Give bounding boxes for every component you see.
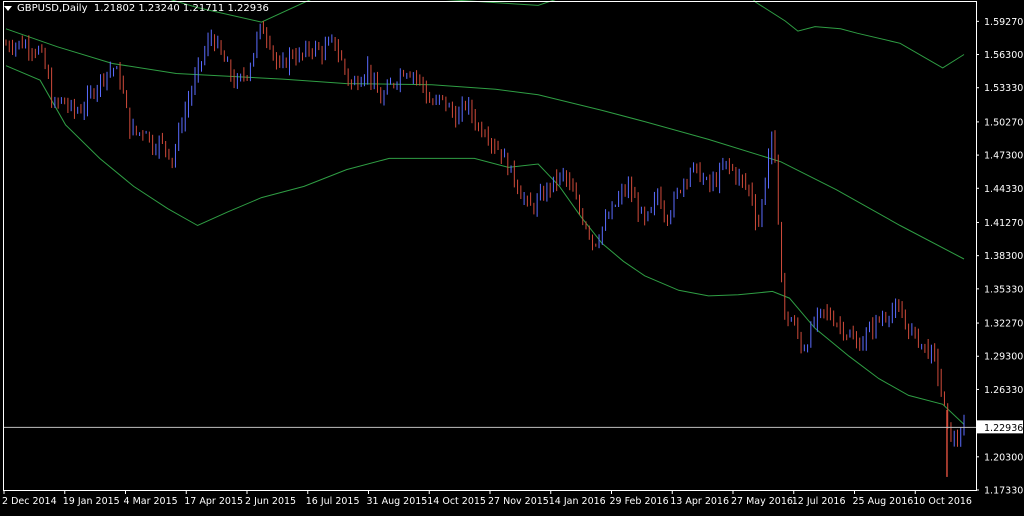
x-tick-label: 12 Jul 2016 [792, 496, 846, 507]
y-tick-label: 1.35330 [984, 284, 1023, 295]
x-tick-label: 16 Jul 2015 [306, 496, 360, 507]
x-tick-label: 27 May 2016 [731, 496, 793, 507]
x-tick-label: 14 Jan 2016 [549, 496, 606, 507]
x-tick-label: 10 Oct 2016 [913, 496, 972, 507]
y-tick-label: 1.29300 [984, 352, 1023, 363]
x-tick-label: 31 Aug 2015 [367, 496, 428, 507]
x-tick-label: 14 Oct 2015 [427, 496, 486, 507]
current-price-label: 1.22936 [984, 423, 1023, 434]
x-tick-label: 4 Mar 2015 [124, 496, 178, 507]
chart-header: GBPUSD,Daily 1.21802 1.23240 1.21711 1.2… [4, 3, 269, 14]
x-tick-label: 25 Aug 2016 [853, 496, 914, 507]
y-tick-label: 1.17330 [984, 486, 1023, 497]
x-tick-label: 27 Nov 2015 [488, 496, 549, 507]
y-tick-label: 1.20300 [984, 452, 1023, 463]
x-tick-label: 2 Dec 2014 [2, 496, 57, 507]
y-axis: 1.59270 1.56300 1.53330 1.50270 1.47300 1.443… [976, 17, 1023, 497]
y-tick-label: 1.41270 [984, 218, 1023, 229]
y-tick-label: 1.38300 [984, 251, 1023, 262]
x-tick-label: 17 Apr 2015 [184, 496, 243, 507]
ohlc-values: 1.21802 1.23240 1.21711 1.22936 [93, 3, 269, 14]
x-tick-label: 19 Jan 2015 [63, 496, 120, 507]
x-tick-label: 2 Jun 2015 [245, 496, 296, 507]
chart-window[interactable]: 1.59270 1.56300 1.53330 1.50270 1.47300 1.443… [0, 0, 1024, 512]
y-tick-label: 1.47300 [984, 151, 1023, 162]
y-tick-label: 1.26330 [984, 385, 1023, 396]
y-tick-label: 1.56300 [984, 50, 1023, 61]
x-tick-label: 29 Feb 2016 [610, 496, 669, 507]
y-tick-label: 1.50270 [984, 117, 1023, 128]
chart-background [0, 0, 1024, 512]
symbol-label: GBPUSD,Daily [17, 3, 88, 14]
y-tick-label: 1.59270 [984, 17, 1023, 28]
price-chart[interactable]: 1.59270 1.56300 1.53330 1.50270 1.47300 1.443… [0, 0, 1024, 512]
y-tick-label: 1.32270 [984, 319, 1023, 330]
y-tick-label: 1.44330 [984, 184, 1023, 195]
collapse-arrow-icon[interactable] [4, 5, 12, 11]
y-tick-label: 1.53330 [984, 83, 1023, 94]
x-tick-label: 13 Apr 2016 [670, 496, 729, 507]
